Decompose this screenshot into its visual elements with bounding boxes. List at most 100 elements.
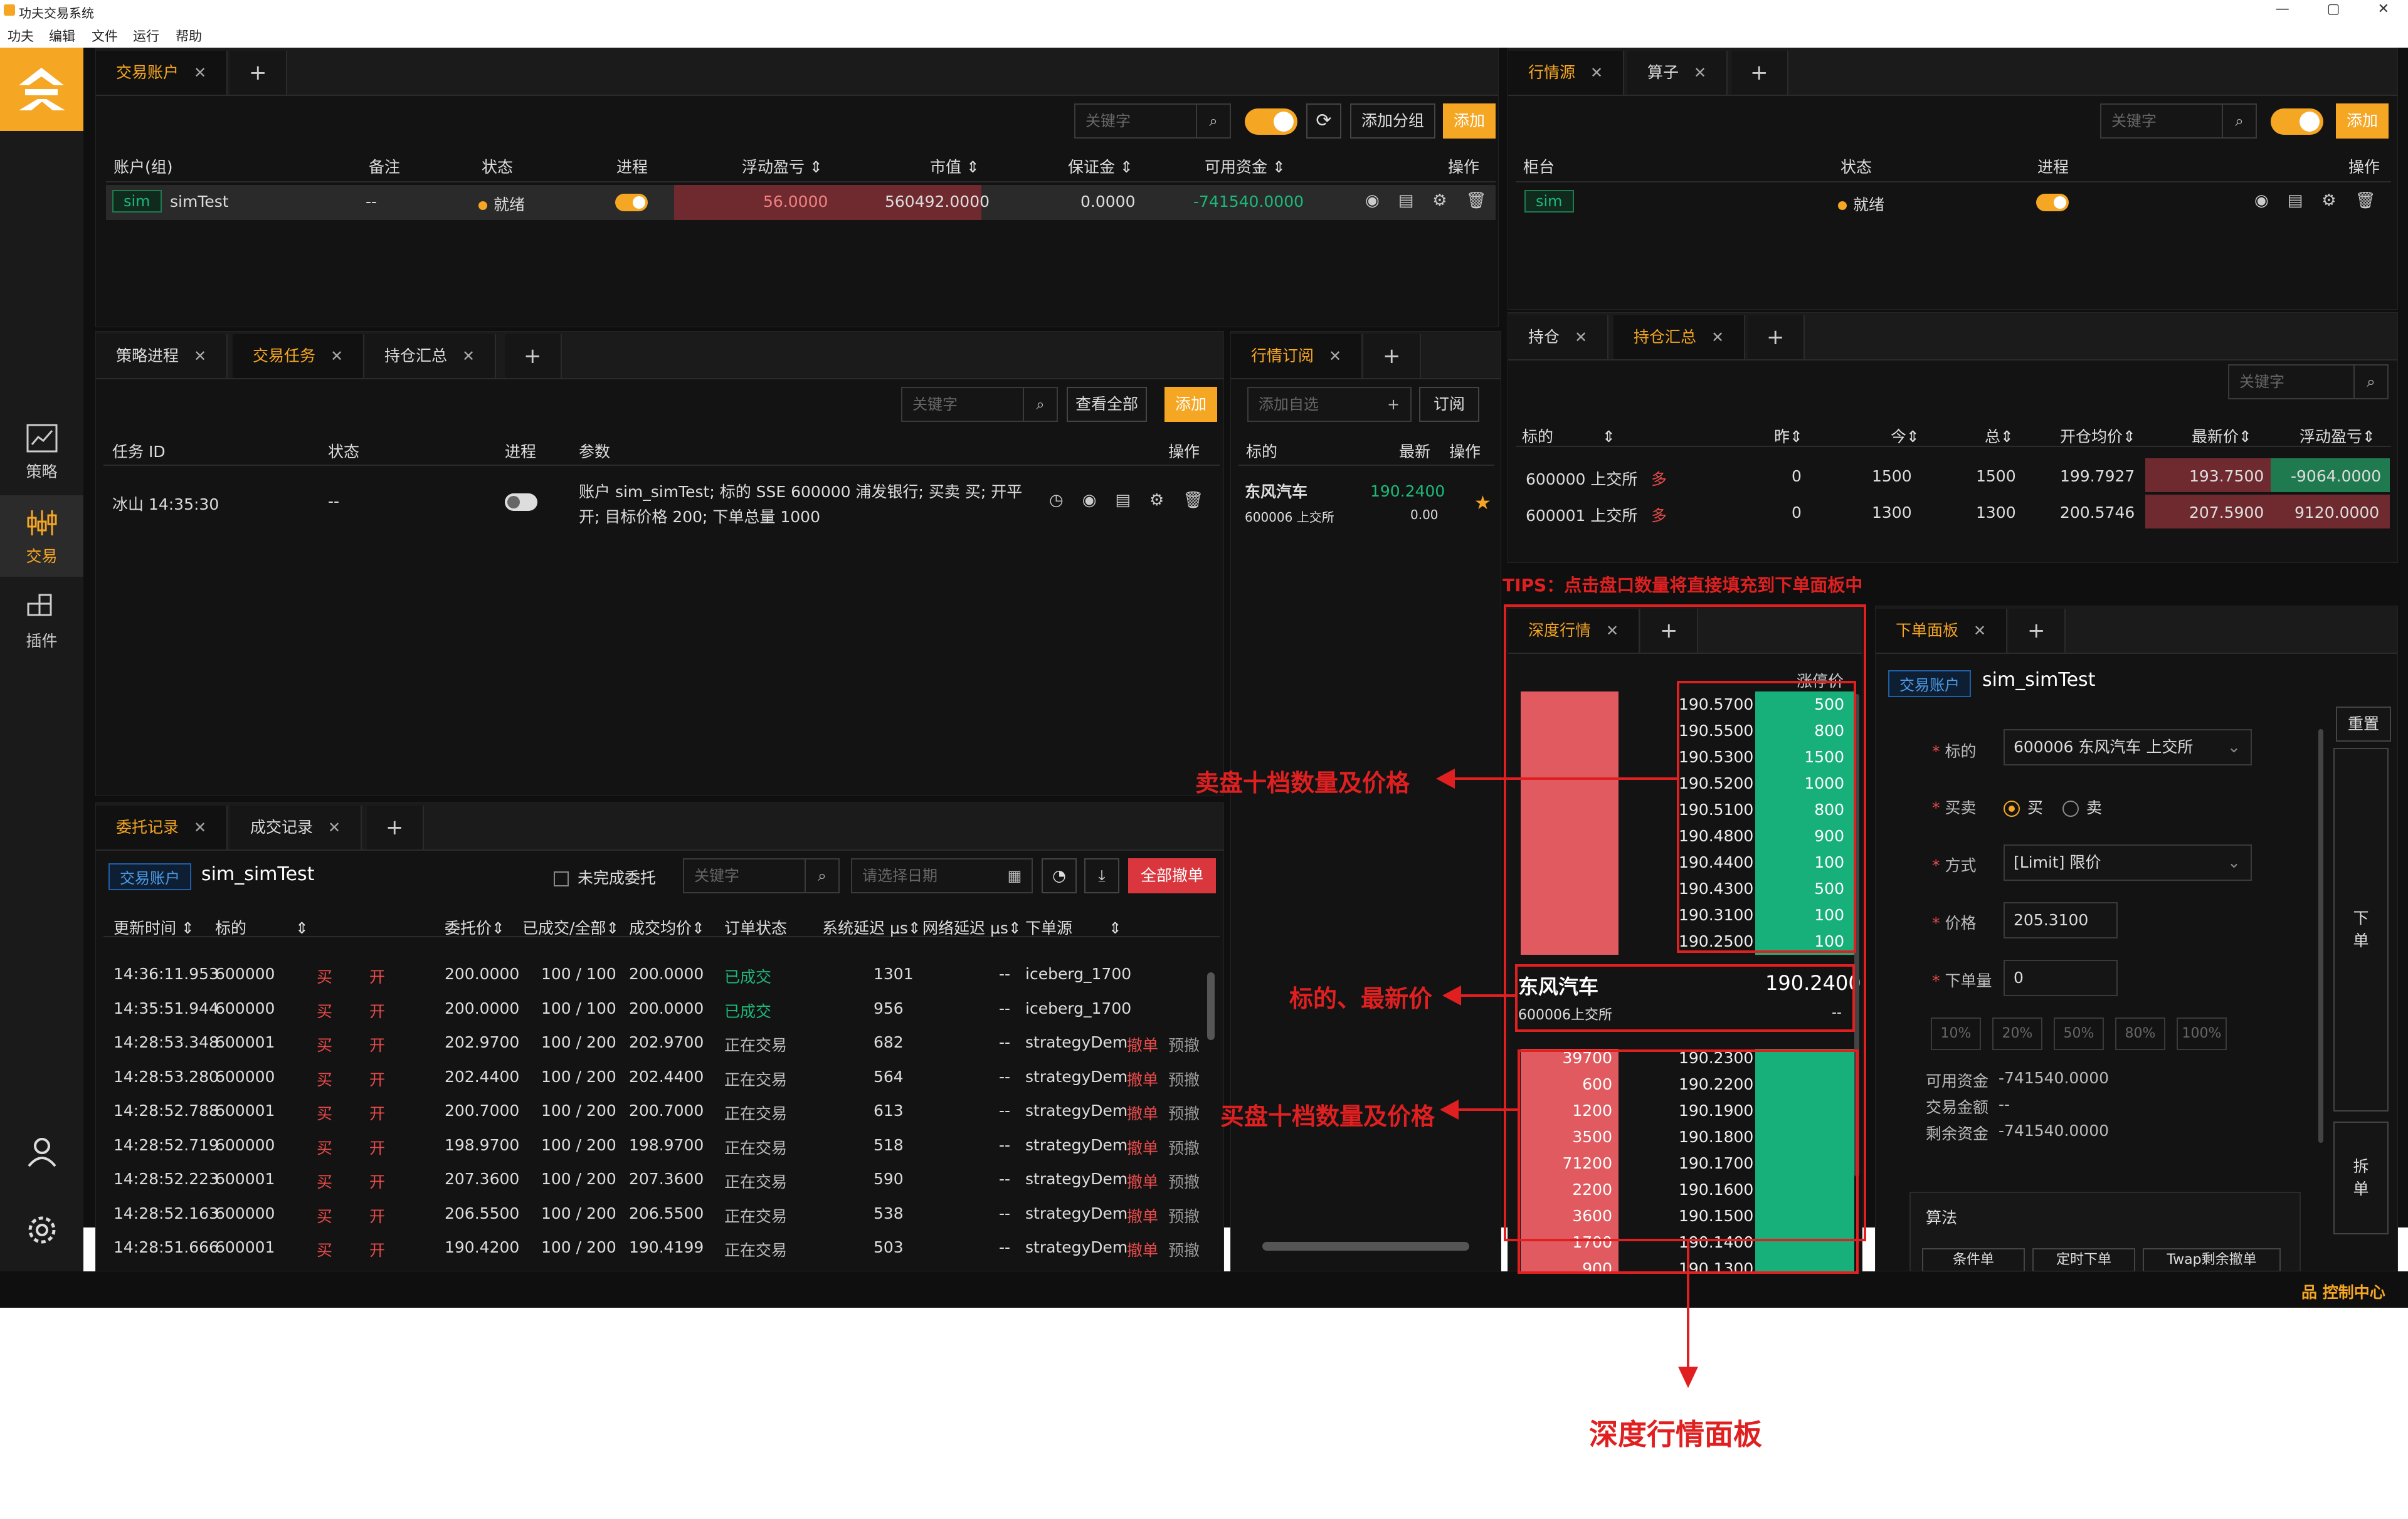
split-order-button[interactable]: 拆单	[2333, 1122, 2389, 1234]
add-group-button[interactable]: 添加分组	[1350, 103, 1435, 139]
preview-cancel-link[interactable]: 预撤	[1168, 1204, 1200, 1227]
close-window-button[interactable]: ✕	[2378, 1, 2389, 17]
user-icon[interactable]	[25, 1135, 59, 1169]
algo-tab-timed[interactable]: 定时下单	[2032, 1248, 2135, 1272]
process-toggle[interactable]	[615, 194, 648, 211]
cancel-order-link[interactable]: 撤单	[1127, 1101, 1158, 1124]
col-sys-latency[interactable]: 系统延迟 μs⇕	[822, 916, 921, 938]
master-toggle[interactable]	[1245, 108, 1297, 135]
search-input[interactable]: 关键字 ⌕	[901, 387, 1058, 422]
tab-trade-task[interactable]: 交易任务 ✕	[233, 334, 365, 378]
col-avg-price[interactable]: 开仓均价⇕	[2060, 424, 2136, 447]
cancel-order-link[interactable]: 撤单	[1127, 1068, 1158, 1090]
close-icon[interactable]: ✕	[328, 819, 341, 836]
col-filled[interactable]: 已成交/全部⇕	[522, 916, 619, 938]
tab-position-summary[interactable]: 持仓汇总 ✕	[1613, 315, 1746, 359]
sidebar-item-strategy[interactable]: 策略	[0, 411, 83, 492]
tab-operator[interactable]: 算子 ✕	[1627, 51, 1728, 95]
close-icon[interactable]: ✕	[1694, 64, 1706, 81]
tab-position[interactable]: 持仓 ✕	[1508, 315, 1609, 359]
process-toggle[interactable]	[2036, 194, 2069, 211]
minimize-button[interactable]: —	[2276, 1, 2289, 17]
cancel-order-link[interactable]: 撤单	[1127, 1033, 1158, 1056]
sell-radio[interactable]: 卖	[2062, 796, 2102, 818]
search-icon[interactable]: ⌕	[2222, 105, 2256, 137]
sub-symbol-name[interactable]: 东风汽车	[1245, 480, 1307, 502]
settings-icon[interactable]: ⚙	[2321, 191, 2336, 210]
horizontal-scrollbar[interactable]	[1262, 1242, 1469, 1251]
search-icon[interactable]: ⌕	[1196, 105, 1230, 137]
sidebar-item-plugin[interactable]: 插件	[0, 580, 83, 661]
col-market-value[interactable]: 市值 ⇕	[930, 155, 980, 177]
trash-icon[interactable]: 🗑	[2355, 191, 2376, 210]
col-net-latency[interactable]: 网络延迟 μs⇕	[922, 916, 1022, 938]
col-margin[interactable]: 保证金 ⇕	[1068, 155, 1133, 177]
add-tab-button[interactable]: +	[1364, 334, 1421, 378]
tab-trade-account[interactable]: 交易账户 ✕	[96, 51, 228, 95]
search-input[interactable]: 关键字 ⌕	[2100, 103, 2257, 139]
col-pnl[interactable]: 浮动盈亏 ⇕	[742, 155, 823, 177]
col-source[interactable]: 下单源 ⇕	[1025, 916, 1122, 938]
add-tab-button[interactable]: +	[367, 806, 424, 849]
col-today[interactable]: 今⇕	[1891, 424, 1920, 447]
control-center-link[interactable]: 品 控制中心	[2301, 1280, 2385, 1303]
col-symbol[interactable]: 标的 ⇕	[1522, 424, 1615, 447]
cancel-order-link[interactable]: 撤单	[1127, 1170, 1158, 1192]
pct-20-button[interactable]: 20%	[1992, 1017, 2042, 1050]
close-icon[interactable]: ✕	[330, 347, 343, 365]
close-icon[interactable]: ✕	[1973, 622, 1986, 639]
search-icon[interactable]: ⌕	[805, 859, 838, 892]
tab-order-ticket[interactable]: 下单面板 ✕	[1876, 609, 2008, 653]
calendar-icon[interactable]: ▦	[998, 859, 1032, 892]
preview-cancel-link[interactable]: 预撤	[1168, 1170, 1200, 1192]
menu-file[interactable]: 文件	[92, 26, 118, 45]
col-total[interactable]: 总⇕	[1985, 424, 2014, 447]
task-process-toggle[interactable]	[505, 493, 537, 511]
preview-cancel-link[interactable]: 预撤	[1168, 1068, 1200, 1090]
subscribe-button[interactable]: 订阅	[1419, 387, 1479, 422]
close-icon[interactable]: ✕	[1329, 347, 1341, 365]
pct-50-button[interactable]: 50%	[2054, 1017, 2104, 1050]
col-available[interactable]: 可用资金 ⇕	[1205, 155, 1286, 177]
search-input[interactable]: 关键字 ⌕	[2228, 364, 2389, 399]
file-icon[interactable]: ▤	[1115, 491, 1131, 510]
date-picker[interactable]: 请选择日期 ▦	[851, 858, 1033, 893]
settings-icon[interactable]: ⚙	[1149, 491, 1164, 510]
eye-icon[interactable]: ◉	[2254, 191, 2269, 210]
add-account-button[interactable]: 添加	[1443, 103, 1496, 139]
col-yesterday[interactable]: 昨⇕	[1774, 424, 1803, 447]
search-icon[interactable]: ⌕	[1023, 388, 1057, 421]
search-icon[interactable]: ⌕	[2353, 365, 2387, 398]
symbol-select[interactable]: 600006 东风汽车 上交所 ⌄	[2004, 729, 2252, 765]
close-icon[interactable]: ✕	[462, 347, 475, 365]
search-input[interactable]: 关键字 ⌕	[1074, 103, 1231, 139]
add-tab-button[interactable]: +	[2009, 609, 2066, 653]
place-order-button[interactable]: 下单	[2333, 748, 2389, 1112]
eye-icon[interactable]: ◉	[1365, 191, 1380, 210]
view-all-button[interactable]: 查看全部	[1067, 387, 1147, 422]
sidebar-item-trade[interactable]: 交易	[0, 495, 83, 577]
vertical-scrollbar[interactable]	[1207, 972, 1215, 1040]
trash-icon[interactable]: 🗑	[1183, 491, 1203, 510]
file-icon[interactable]: ▤	[1398, 191, 1414, 210]
col-order-price[interactable]: 委托价⇕	[445, 916, 505, 938]
vertical-scrollbar[interactable]	[2318, 729, 2323, 1143]
algo-tab-condition[interactable]: 条件单	[1922, 1248, 2025, 1272]
search-input[interactable]: 关键字 ⌕	[683, 858, 840, 893]
tab-trade-records[interactable]: 成交记录 ✕	[230, 806, 362, 849]
add-task-button[interactable]: 添加	[1164, 387, 1217, 422]
add-tab-button[interactable]: +	[1731, 51, 1788, 95]
settings-icon[interactable]: ⚙	[1432, 191, 1447, 210]
star-icon[interactable]: ★	[1474, 492, 1491, 514]
download-button[interactable]: ⤓	[1084, 858, 1119, 893]
algo-tab-twap[interactable]: Twap剩余撤单	[2143, 1248, 2281, 1272]
qty-input[interactable]: 0	[2004, 960, 2118, 996]
close-icon[interactable]: ✕	[1711, 329, 1724, 346]
reset-button[interactable]: 重置	[2336, 707, 2391, 742]
close-icon[interactable]: ✕	[1590, 64, 1603, 81]
cancel-all-button[interactable]: 全部撤单	[1128, 858, 1216, 893]
close-icon[interactable]: ✕	[194, 347, 206, 365]
preview-cancel-link[interactable]: 预撤	[1168, 1238, 1200, 1261]
buy-radio[interactable]: 买	[2004, 796, 2043, 818]
price-input[interactable]: 205.3100	[2004, 902, 2118, 938]
